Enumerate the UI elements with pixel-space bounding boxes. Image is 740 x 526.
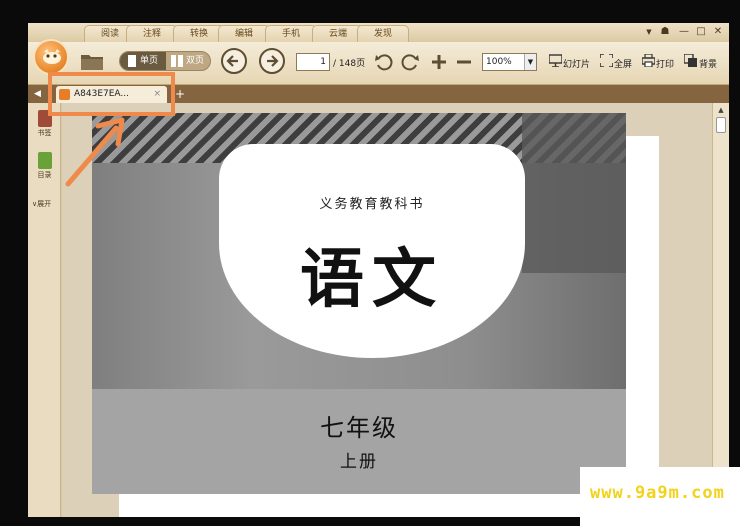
page-total-label: / 148页 xyxy=(333,59,366,69)
close-button[interactable]: ✕ xyxy=(711,25,725,39)
app-logo[interactable] xyxy=(33,39,69,75)
watermark-text: www.9a9m.com xyxy=(590,483,725,503)
background-icon[interactable] xyxy=(684,54,697,67)
rotate-left-icon[interactable] xyxy=(374,52,394,72)
background-label[interactable]: 背景 xyxy=(699,57,717,70)
double-page-icon xyxy=(171,55,183,67)
app-logo-icon xyxy=(43,49,61,64)
contents-icon xyxy=(37,152,52,169)
previous-page-button[interactable] xyxy=(221,48,247,74)
arrow-left-icon xyxy=(226,55,238,67)
book-grade: 七年级 xyxy=(320,414,398,442)
zoom-in-icon[interactable] xyxy=(430,53,448,71)
sidebar: 书签 目录 ∨展开 xyxy=(28,103,61,517)
sidebar-expand-button[interactable]: ∨展开 xyxy=(32,199,51,209)
sidebar-item-label: 目录 xyxy=(37,171,52,179)
annotation-arrow-icon xyxy=(65,117,125,187)
menu-tab-mobile[interactable]: 手机 xyxy=(265,25,317,42)
print-icon[interactable] xyxy=(642,54,655,67)
sidebar-expand-label: 展开 xyxy=(37,200,52,208)
zoom-out-icon[interactable] xyxy=(455,53,473,71)
zoom-select[interactable]: 100% ▼ xyxy=(482,53,537,71)
menu-tab-edit[interactable]: 编辑 xyxy=(218,25,270,42)
slideshow-icon[interactable] xyxy=(549,54,562,67)
single-page-label: 单页 xyxy=(140,56,159,66)
menu-dropdown-icon[interactable]: ▼ xyxy=(642,25,656,39)
page-number-input[interactable]: 1 xyxy=(296,53,330,71)
menu-tab-discover[interactable]: 发现 xyxy=(357,25,409,42)
rotate-right-icon[interactable] xyxy=(400,52,420,72)
scrollbar-thumb[interactable] xyxy=(716,117,726,133)
menu-tab-annotate[interactable]: 注释 xyxy=(126,25,178,42)
sidebar-item-contents[interactable]: 目录 xyxy=(30,152,59,180)
book-volume: 上册 xyxy=(340,452,378,472)
view-mode-toggle: 单页 双页 xyxy=(119,51,211,71)
chevron-down-icon: ▼ xyxy=(524,54,536,70)
maximize-button[interactable]: □ xyxy=(694,25,708,39)
single-page-button[interactable]: 单页 xyxy=(120,52,166,70)
slideshow-label[interactable]: 幻灯片 xyxy=(563,57,590,70)
next-page-button[interactable] xyxy=(259,48,285,74)
book-cover: 义务教育教科书 语文 七年级 上册 xyxy=(92,113,626,494)
scroll-up-icon[interactable]: ▲ xyxy=(715,105,727,116)
watermark: www.9a9m.com xyxy=(580,467,740,526)
tab-scroll-left-icon[interactable]: ◀ xyxy=(34,87,44,101)
double-page-label: 双页 xyxy=(186,56,205,66)
double-page-button[interactable]: 双页 xyxy=(166,52,211,70)
menu-bar: 阅读 注释 转换 编辑 手机 云端 发现 ▼ ☗ — □ ✕ xyxy=(28,23,729,42)
book-subject: 语文 xyxy=(300,242,444,317)
minimize-button[interactable]: — xyxy=(677,25,691,39)
sidebar-item-label: 书签 xyxy=(37,129,52,137)
fullscreen-label[interactable]: 全屏 xyxy=(614,57,632,70)
arrow-right-icon xyxy=(267,55,279,67)
book-series: 义务教育教科书 xyxy=(319,197,425,212)
open-folder-icon[interactable] xyxy=(80,51,104,71)
vertical-scrollbar[interactable]: ▲ xyxy=(712,103,729,517)
print-label[interactable]: 打印 xyxy=(656,57,674,70)
highlight-box xyxy=(48,72,175,116)
single-page-icon xyxy=(128,55,136,67)
skin-icon[interactable]: ☗ xyxy=(658,25,672,39)
zoom-value: 100% xyxy=(486,57,512,67)
fullscreen-icon[interactable] xyxy=(600,54,613,67)
cover-shade xyxy=(522,113,626,273)
